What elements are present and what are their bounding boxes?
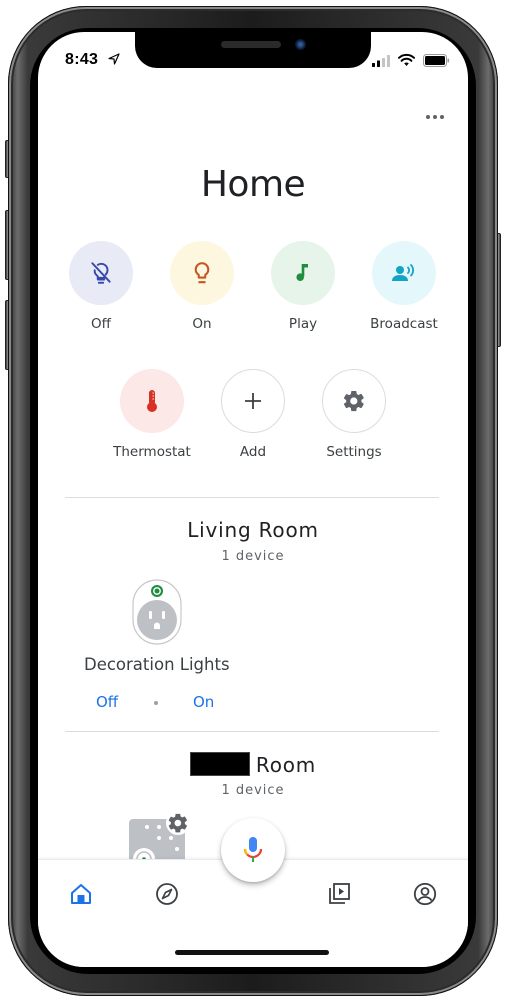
- device-on-button[interactable]: On: [193, 693, 214, 711]
- room-title: Room: [38, 752, 468, 777]
- nav-discover[interactable]: [153, 880, 181, 908]
- cellular-signal-icon: [372, 55, 390, 67]
- action-thermostat[interactable]: Thermostat: [102, 369, 202, 460]
- phone-screen: 8:43 Home Off On Play Broadcast Thermost…: [38, 32, 468, 967]
- more-options-button[interactable]: [422, 108, 448, 126]
- account-circle-icon: [413, 882, 437, 906]
- nav-account[interactable]: [411, 880, 439, 908]
- plus-icon: [245, 393, 261, 409]
- battery-icon: [423, 54, 450, 67]
- action-add[interactable]: Add: [203, 369, 303, 460]
- front-camera: [295, 39, 306, 50]
- music-note-icon: [296, 264, 308, 281]
- action-on[interactable]: On: [152, 241, 252, 332]
- room-title: Living Room: [187, 518, 319, 542]
- control-separator: [154, 701, 158, 705]
- page-title: Home: [200, 164, 306, 205]
- action-play[interactable]: Play: [253, 241, 353, 332]
- media-library-icon: [329, 883, 350, 904]
- assistant-mic-button[interactable]: [221, 818, 285, 882]
- action-play-label: Play: [288, 316, 318, 332]
- device-name[interactable]: Decoration Lights: [84, 655, 230, 674]
- action-settings[interactable]: Settings: [304, 369, 404, 460]
- lightbulb-icon: [194, 262, 210, 284]
- speaker-grille: [221, 41, 281, 48]
- action-broadcast[interactable]: Broadcast: [354, 241, 454, 332]
- action-off-circle[interactable]: [69, 241, 133, 305]
- microphone-icon: [243, 837, 263, 862]
- status-time: 8:43: [65, 51, 99, 68]
- action-add-label: Add: [239, 444, 267, 460]
- section-divider: [65, 497, 439, 498]
- action-off-label: Off: [91, 316, 111, 332]
- smart-plug-icon: [132, 579, 182, 645]
- section-divider: [65, 731, 439, 732]
- more-horizontal-icon-dot: [426, 115, 430, 119]
- nav-home[interactable]: [67, 880, 95, 908]
- action-settings-label: Settings: [326, 444, 382, 460]
- thermometer-icon: [147, 390, 157, 412]
- wifi-icon: [398, 53, 415, 66]
- action-on-label: On: [192, 316, 212, 332]
- action-thermostat-label: Thermostat: [113, 444, 191, 460]
- room-device-count: 1 device: [221, 549, 285, 564]
- lightbulb-off-icon: [91, 262, 111, 284]
- more-horizontal-icon-dot: [440, 115, 444, 119]
- more-horizontal-icon-dot: [433, 115, 437, 119]
- home-indicator[interactable]: [175, 950, 329, 955]
- redacted-text: [189, 752, 250, 776]
- action-off[interactable]: Off: [51, 241, 151, 332]
- nav-media[interactable]: [325, 880, 353, 908]
- notch: [135, 32, 371, 68]
- device-tile-decoration-lights[interactable]: [132, 579, 182, 645]
- action-broadcast-label: Broadcast: [370, 316, 438, 332]
- action-thermostat-circle[interactable]: [120, 369, 184, 433]
- location-arrow-icon: [108, 53, 120, 65]
- compass-icon: [156, 883, 178, 905]
- action-on-circle[interactable]: [170, 241, 234, 305]
- room-title-text: Room: [255, 753, 317, 777]
- device-off-button[interactable]: Off: [96, 693, 118, 711]
- gear-icon: [343, 390, 364, 412]
- home-icon: [71, 884, 91, 904]
- action-settings-circle[interactable]: [322, 369, 386, 433]
- broadcast-icon: [392, 264, 414, 281]
- action-broadcast-circle[interactable]: [372, 241, 436, 305]
- action-add-circle[interactable]: [221, 369, 285, 433]
- room-device-count: 1 device: [221, 783, 285, 798]
- action-play-circle[interactable]: [271, 241, 335, 305]
